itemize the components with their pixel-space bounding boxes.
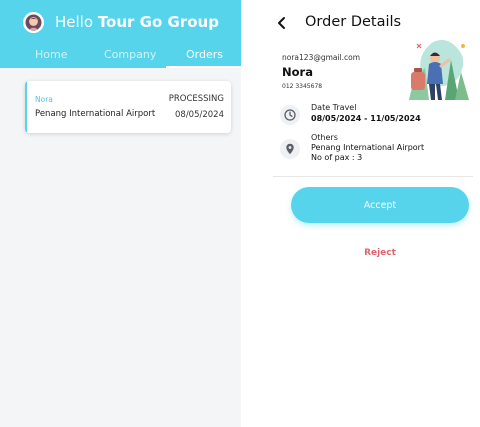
greeting: Hello Tour Go Group — [55, 13, 219, 31]
tab-company[interactable]: Company — [104, 48, 156, 61]
order-details-screen: Order Details nora123@gmail.com Nora 012… — [241, 0, 480, 427]
travel-illustration — [403, 38, 471, 104]
order-status-badge: PROCESSING — [168, 94, 224, 104]
travel-date-label: Date Travel — [311, 103, 357, 112]
others-location: Penang International Airport — [311, 143, 425, 152]
order-card[interactable]: Nora PROCESSING Penang International Air… — [25, 81, 231, 133]
back-arrow-icon[interactable] — [274, 13, 290, 33]
active-tab-indicator — [166, 66, 241, 68]
customer-email: nora123@gmail.com — [282, 53, 361, 62]
orders-screen: Hello Tour Go Group Home Company Orders … — [0, 0, 241, 427]
tab-bar: Home Company Orders — [0, 46, 241, 68]
clock-icon — [280, 105, 300, 125]
page-title: Order Details — [305, 14, 402, 30]
tab-orders[interactable]: Orders — [186, 48, 223, 61]
reject-button[interactable]: Reject — [354, 245, 406, 261]
order-card-accent — [25, 81, 27, 133]
customer-name: Nora — [282, 65, 313, 79]
greeting-text: Hello — [55, 13, 94, 31]
order-customer-name: Nora — [35, 95, 53, 104]
accept-button[interactable]: Accept — [291, 187, 469, 223]
others-label: Others — [311, 133, 338, 142]
order-date: 08/05/2024 — [175, 110, 224, 120]
tab-home[interactable]: Home — [35, 48, 67, 61]
location-pin-icon — [280, 139, 300, 159]
customer-phone: 012 3345678 — [282, 83, 323, 90]
divider — [273, 176, 473, 177]
order-location: Penang International Airport — [35, 109, 156, 119]
travel-date-value: 08/05/2024 - 11/05/2024 — [311, 114, 421, 123]
company-name: Tour Go Group — [97, 13, 219, 31]
app-header: Hello Tour Go Group Home Company Orders — [0, 0, 241, 68]
others-pax: No of pax : 3 — [311, 153, 363, 162]
avatar-icon[interactable] — [23, 12, 44, 33]
